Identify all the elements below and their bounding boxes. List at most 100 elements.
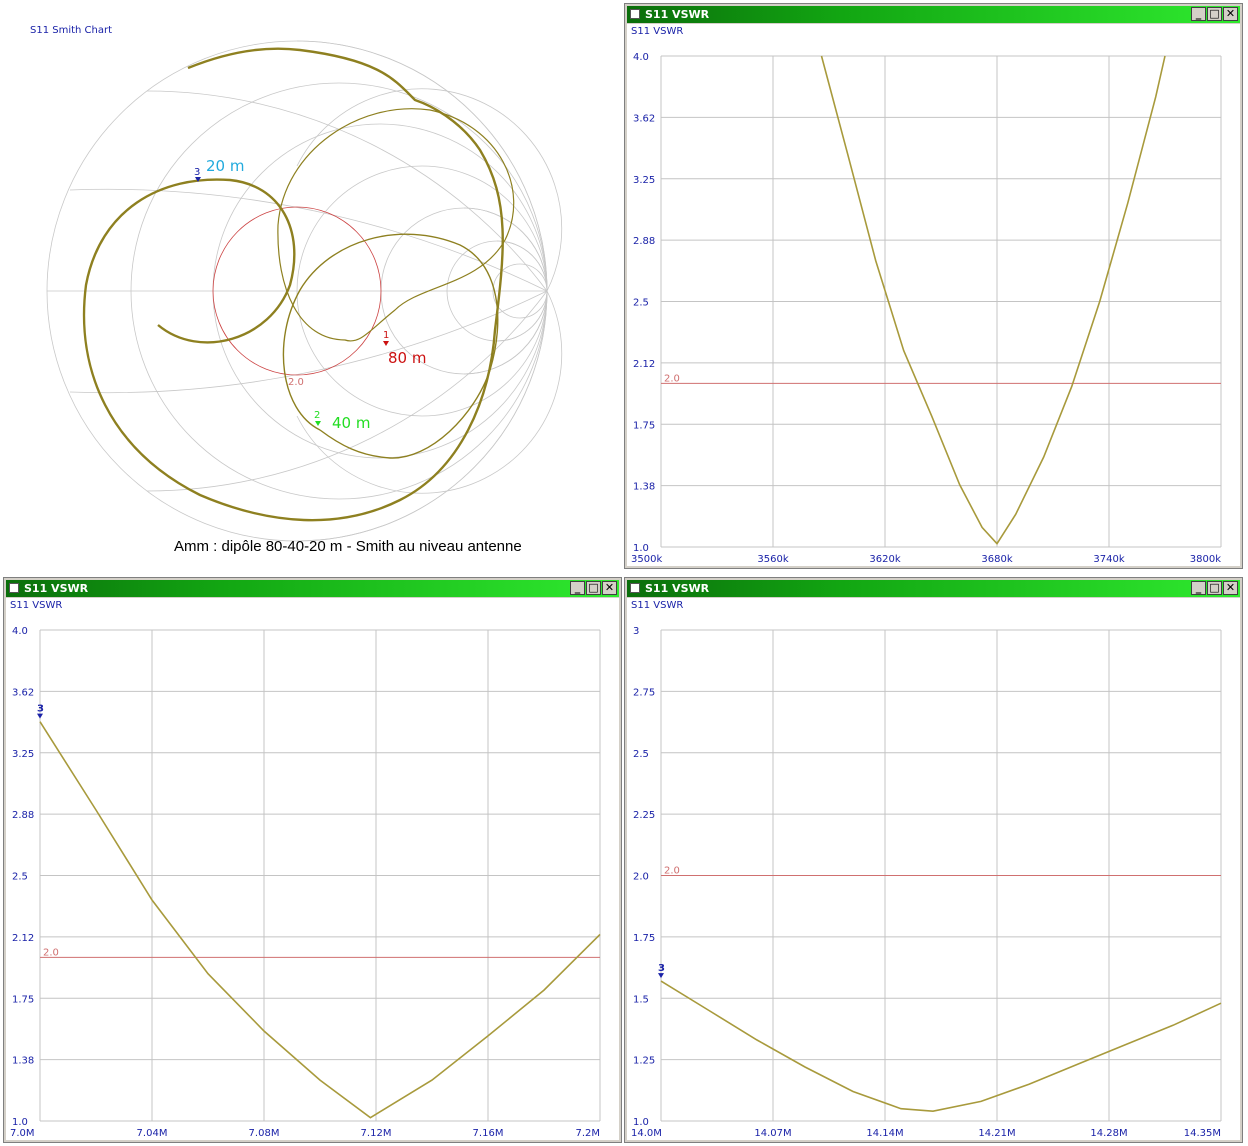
maximize-button[interactable]: □ xyxy=(1207,581,1222,595)
y-tick-label: 1.0 xyxy=(633,543,649,554)
close-button[interactable]: ✕ xyxy=(1223,7,1238,21)
plot-title: S11 VSWR xyxy=(10,600,63,611)
x-tick-label: 7.12M xyxy=(361,1128,392,1139)
smith-marker-2: 2 40 m xyxy=(314,410,370,432)
smith-trace-20m xyxy=(82,47,504,522)
window-title: S11 VSWR xyxy=(24,582,89,595)
vswr-plot-40m: 4.0 3.62 3.25 2.88 2.5 2.12 1.75 1.38 1.07.0M 7.0… xyxy=(10,626,601,1139)
reference-line-label: 2.0 xyxy=(664,866,680,877)
minimize-button[interactable]: _ xyxy=(1191,7,1206,21)
plot-title: S11 VSWR xyxy=(631,600,684,611)
y-tick-label: 2.88 xyxy=(12,810,34,821)
x-tick-label: 7.16M xyxy=(473,1128,504,1139)
chart-client: S11 VSWR 4.0 3.62 3.25 2.88 2.5 2.12 1.75 1.38 1… xyxy=(627,24,1240,566)
y-tick-label: 4.0 xyxy=(633,52,649,63)
maximize-button[interactable]: □ xyxy=(586,581,601,595)
vswr-2-circle-label: 2.0 xyxy=(288,377,304,388)
vswr-window-80m[interactable]: S11 VSWR _ □ ✕ S11 VSWR 4.0 3.62 3.25 2.88 2… xyxy=(624,3,1243,569)
window-icon xyxy=(630,9,640,19)
x-tick-label: 14.21M xyxy=(978,1128,1015,1139)
x-tick-label: 14.35M xyxy=(1184,1128,1221,1139)
y-tick-label: 4.0 xyxy=(12,626,28,637)
smith-marker-1-label: 80 m xyxy=(388,349,426,367)
y-tick-label: 3 xyxy=(633,626,639,637)
title-bar[interactable]: S11 VSWR _ □ ✕ xyxy=(6,580,619,597)
x-tick-label: 7.0M xyxy=(10,1128,35,1139)
x-tick-label: 7.2M xyxy=(575,1128,600,1139)
chart-client: S11 VSWR 4.0 3.62 3.25 2.88 2.5 2.12 1.75 1.38 1… xyxy=(6,598,619,1140)
window-controls: _ □ ✕ xyxy=(570,581,617,595)
y-tick-label: 1.5 xyxy=(633,994,649,1005)
smith-marker-2-num: 2 xyxy=(314,410,320,421)
y-tick-label: 2.5 xyxy=(12,872,28,883)
vswr-trace xyxy=(39,721,601,1119)
smith-marker-1-num: 1 xyxy=(383,330,389,341)
x-tick-label: 14.14M xyxy=(866,1128,903,1139)
trace-marker-label: 3 xyxy=(37,704,44,715)
smith-marker-3-label: 20 m xyxy=(206,157,244,175)
y-tick-label: 1.38 xyxy=(12,1056,34,1067)
vswr-window-20m[interactable]: S11 VSWR _ □ ✕ S11 VSWR 3 2.75 2.5 2.25 2.0 1… xyxy=(624,577,1243,1143)
window-controls: _ □ ✕ xyxy=(1191,581,1238,595)
close-button[interactable]: ✕ xyxy=(602,581,617,595)
y-tick-label: 2.88 xyxy=(633,236,655,247)
title-bar[interactable]: S11 VSWR _ □ ✕ xyxy=(627,6,1240,23)
maximize-button[interactable]: □ xyxy=(1207,7,1222,21)
vswr-trace xyxy=(820,55,1166,546)
y-tick-label: 2.12 xyxy=(12,933,34,944)
smith-traces xyxy=(82,47,515,522)
vswr-trace xyxy=(660,980,1222,1113)
smith-chart-panel: S11 Smith Chart 2.0 1 80 m 2 40 m 3 20 m… xyxy=(0,0,620,570)
reference-line-label: 2.0 xyxy=(43,947,59,958)
y-tick-label: 1.0 xyxy=(12,1117,28,1128)
y-tick-label: 3.25 xyxy=(633,175,655,186)
smith-grid xyxy=(46,40,563,542)
y-tick-label: 1.25 xyxy=(633,1056,655,1067)
smith-trace-40m xyxy=(282,233,499,459)
y-tick-label: 1.38 xyxy=(633,482,655,493)
chart-client: S11 VSWR 3 2.75 2.5 2.25 2.0 1.75 1.5 1.25 1.0 14… xyxy=(627,598,1240,1140)
x-tick-label: 14.28M xyxy=(1090,1128,1127,1139)
x-tick-label: 3680k xyxy=(981,554,1012,565)
reference-line-label: 2.0 xyxy=(664,373,680,384)
x-tick-label: 14.0M xyxy=(631,1128,662,1139)
x-tick-label: 3500k xyxy=(631,554,662,565)
minimize-button[interactable]: _ xyxy=(1191,581,1206,595)
window-icon xyxy=(9,583,19,593)
smith-trace-80m xyxy=(277,108,515,342)
x-tick-label: 7.04M xyxy=(137,1128,168,1139)
y-tick-label: 2.5 xyxy=(633,749,649,760)
y-tick-label: 2.0 xyxy=(633,872,649,883)
y-tick-label: 1.75 xyxy=(12,994,34,1005)
y-tick-label: 2.75 xyxy=(633,687,655,698)
close-button[interactable]: ✕ xyxy=(1223,581,1238,595)
minimize-button[interactable]: _ xyxy=(570,581,585,595)
y-tick-label: 3.25 xyxy=(12,749,34,760)
x-tick-label: 7.08M xyxy=(249,1128,280,1139)
smith-marker-3: 3 20 m xyxy=(194,157,244,182)
window-title: S11 VSWR xyxy=(645,582,710,595)
vswr-window-40m[interactable]: S11 VSWR _ □ ✕ S11 VSWR 4.0 3.62 3.25 2.88 2… xyxy=(3,577,622,1143)
smith-chart: 2.0 1 80 m 2 40 m 3 20 m xyxy=(46,40,563,542)
y-tick-label: 1.75 xyxy=(633,420,655,431)
vswr-plot-20m: 3 2.75 2.5 2.25 2.0 1.75 1.5 1.25 1.014.0M 14.07M… xyxy=(631,626,1222,1139)
y-tick-label: 3.62 xyxy=(12,687,34,698)
plot-title: S11 VSWR xyxy=(631,26,684,37)
vswr-plot-80m: 4.0 3.62 3.25 2.88 2.5 2.12 1.75 1.38 1.03500k 35… xyxy=(631,52,1222,565)
y-tick-label: 2.12 xyxy=(633,359,655,370)
smith-marker-3-num: 3 xyxy=(194,167,200,178)
x-tick-label: 3620k xyxy=(869,554,900,565)
y-tick-label: 1.75 xyxy=(633,933,655,944)
y-tick-label: 1.0 xyxy=(633,1117,649,1128)
y-tick-label: 2.5 xyxy=(633,298,649,309)
window-icon xyxy=(630,583,640,593)
title-bar[interactable]: S11 VSWR _ □ ✕ xyxy=(627,580,1240,597)
x-tick-label: 3740k xyxy=(1093,554,1124,565)
x-tick-label: 3560k xyxy=(757,554,788,565)
trace-marker-label: 3 xyxy=(658,963,665,974)
smith-marker-2-label: 40 m xyxy=(332,414,370,432)
window-controls: _ □ ✕ xyxy=(1191,7,1238,21)
x-tick-label: 14.07M xyxy=(754,1128,791,1139)
x-tick-label: 3800k xyxy=(1190,554,1221,565)
smith-marker-1: 1 80 m xyxy=(383,330,426,367)
